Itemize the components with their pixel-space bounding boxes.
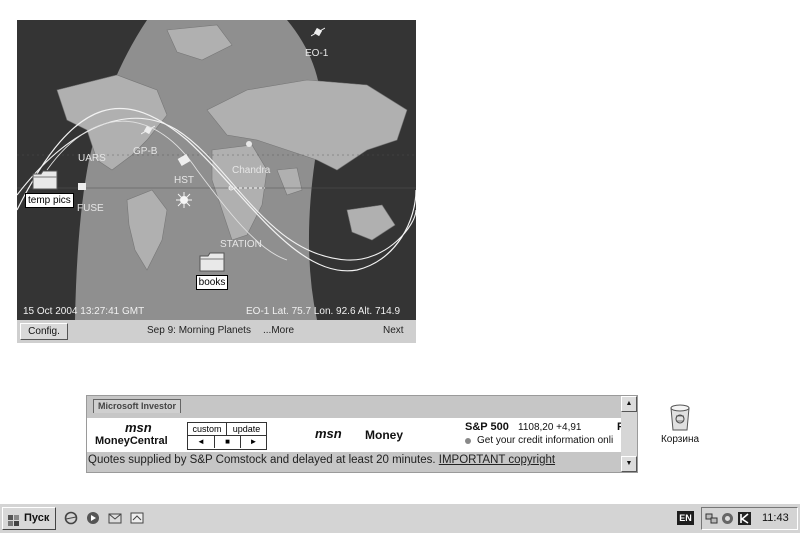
start-button[interactable]: Пуск <box>2 507 56 530</box>
update-button[interactable]: update <box>227 423 266 436</box>
timestamp-readout: 15 Oct 2004 13:27:41 GMT <box>23 306 145 317</box>
satellite-hst-icon[interactable] <box>177 154 191 166</box>
start-label: Пуск <box>24 512 50 524</box>
vertical-scrollbar[interactable]: ▲ ▼ <box>621 396 637 472</box>
label-fuse: FUSE <box>77 203 104 214</box>
tracker-bottom-bar: Config. Sep 9: Morning Planets ...More N… <box>17 320 416 343</box>
show-desktop-icon[interactable] <box>130 511 144 525</box>
folder-temp-pics[interactable]: temp pics <box>25 170 74 208</box>
custom-button[interactable]: custom <box>188 423 227 436</box>
msn-money-logo[interactable]: msn <box>315 426 342 441</box>
quote-disclaimer-text: Quotes supplied by S&P Comstock and dela… <box>88 454 439 466</box>
antivirus-icon[interactable] <box>721 512 734 525</box>
folder-icon <box>32 170 58 190</box>
recycle-bin[interactable]: Корзина <box>652 402 708 445</box>
taskbar: Пуск EN 11:43 <box>0 503 800 533</box>
config-button[interactable]: Config. <box>20 323 68 340</box>
quote-disclaimer: Quotes supplied by S&P Comstock and dela… <box>88 454 555 466</box>
folder-books[interactable]: books <box>192 252 232 290</box>
folder-label: books <box>195 275 229 290</box>
folder-icon <box>199 252 225 272</box>
prev-arrow-icon[interactable]: ◄ <box>188 436 215 448</box>
world-map: EO-1 GP-B UARS HST Chandra STATION FUSE … <box>17 20 416 320</box>
stop-icon[interactable]: ■ <box>215 436 241 448</box>
scroll-down-icon[interactable]: ▼ <box>621 456 637 472</box>
outlook-express-icon[interactable] <box>108 511 122 525</box>
tab-microsoft-investor[interactable]: Microsoft Investor <box>93 399 182 413</box>
label-uars: UARS <box>78 153 106 164</box>
media-player-icon[interactable] <box>86 511 100 525</box>
next-link[interactable]: Next <box>383 325 404 336</box>
language-indicator[interactable]: EN <box>677 511 694 525</box>
folder-label: temp pics <box>25 193 74 208</box>
k-app-icon[interactable] <box>738 512 751 525</box>
investor-tab-bar: Microsoft Investor <box>87 396 621 418</box>
position-readout: EO-1 Lat. 75.7 Lon. 92.6 Alt. 714.9 <box>246 306 400 317</box>
ticker-headline[interactable]: Sep 9: Morning Planets <box>147 325 251 336</box>
network-icon[interactable] <box>705 512 718 525</box>
label-chandra: Chandra <box>232 165 271 176</box>
bullet-icon <box>465 438 471 444</box>
satellite-fuse-icon[interactable] <box>75 180 89 192</box>
credit-info-link[interactable]: Get your credit information onli <box>477 435 621 446</box>
internet-explorer-icon[interactable] <box>64 511 78 525</box>
msn-logo[interactable]: msn <box>125 420 152 435</box>
custom-update-control: custom update ◄ ■ ► <box>187 422 267 450</box>
recycle-bin-label: Корзина <box>660 434 700 445</box>
satellite-gpb-icon[interactable] <box>141 124 155 136</box>
label-hst: HST <box>174 175 194 186</box>
windows-logo-icon <box>8 513 20 526</box>
quote-disclaimer-bar: Quotes supplied by S&P Comstock and dela… <box>87 452 621 472</box>
label-station: STATION <box>220 239 262 250</box>
msn-investor-ticker: Microsoft Investor msn MoneyCentral cust… <box>86 395 638 473</box>
label-gpb: GP-B <box>133 146 158 157</box>
next-arrow-icon[interactable]: ► <box>241 436 266 448</box>
more-link[interactable]: ...More <box>263 325 294 336</box>
copyright-link[interactable]: IMPORTANT copyright <box>439 454 555 466</box>
label-eo1: EO-1 <box>305 48 329 59</box>
investor-content: msn MoneyCentral custom update ◄ ■ ► msn… <box>87 418 624 452</box>
recycle-bin-icon <box>665 402 695 432</box>
sp500-value: 1108,20 +4,91 <box>518 422 582 433</box>
satellite-eo1-icon[interactable] <box>311 26 325 38</box>
scroll-up-icon[interactable]: ▲ <box>621 396 637 412</box>
moneycentral-label[interactable]: MoneyCentral <box>95 435 168 447</box>
money-label[interactable]: Money <box>365 428 403 442</box>
sp500-label: S&P 500 <box>465 421 509 433</box>
clock[interactable]: 11:43 <box>762 512 789 524</box>
satellite-tracker-widget: EO-1 GP-B UARS HST Chandra STATION FUSE … <box>17 20 416 343</box>
system-tray: 11:43 <box>701 507 798 530</box>
